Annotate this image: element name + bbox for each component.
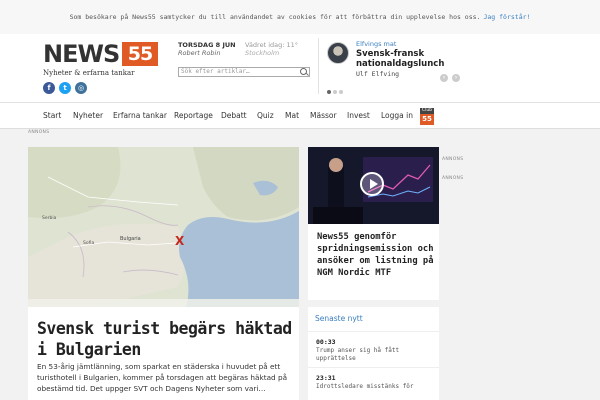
video-article[interactable]: News55 genomför spridningsemission och a… bbox=[308, 147, 439, 300]
header-date: TORSDAG 8 JUN bbox=[178, 41, 236, 49]
carousel-dots bbox=[327, 79, 345, 98]
cookie-accept-link[interactable]: Jag förstår! bbox=[483, 13, 530, 21]
latest-news: Senaste nytt 00:33 Trump anser sig hå få… bbox=[308, 307, 439, 400]
news-time: 23:31 bbox=[316, 374, 336, 382]
weather-text: Vädret idag: 11° bbox=[245, 41, 299, 49]
latest-news-title: Senaste nytt bbox=[315, 314, 363, 323]
article-title[interactable]: Svensk turist begärs häktad i Bulgarien bbox=[37, 318, 292, 360]
ad-label: ANNONS bbox=[28, 130, 50, 135]
ad-label: ANNONS bbox=[442, 157, 464, 162]
nav-item-massor[interactable]: Mässor bbox=[310, 103, 337, 130]
facebook-icon[interactable]: f bbox=[43, 82, 55, 94]
logo-text: NEWS bbox=[43, 40, 120, 68]
news-headline[interactable]: Trump anser sig hå fått upprättelse bbox=[316, 347, 431, 363]
search-icon[interactable] bbox=[300, 68, 307, 75]
chevron-right-icon[interactable]: › bbox=[452, 74, 460, 82]
map-label: Sofia bbox=[83, 240, 94, 246]
carousel-dot[interactable] bbox=[333, 90, 337, 94]
club-number: 55 bbox=[420, 114, 434, 125]
carousel-dot[interactable] bbox=[339, 90, 343, 94]
news-headline[interactable]: Idrottsledare misstänks för bbox=[316, 383, 431, 391]
article-lead: En 53-årig jämtlänning, som sparkat en s… bbox=[37, 362, 288, 393]
nav-item-mat[interactable]: Mat bbox=[285, 103, 299, 130]
site-header: NEWS 55 Nyheter & erfarna tankar f t ◎ T… bbox=[0, 34, 600, 102]
nav-item-nyheter[interactable]: Nyheter bbox=[73, 103, 103, 130]
site-tagline: Nyheter & erfarna tankar bbox=[43, 69, 135, 77]
nav-item-invest[interactable]: Invest bbox=[347, 103, 370, 130]
map-marker: X bbox=[175, 234, 185, 248]
search-input[interactable]: Sök efter artiklar… bbox=[178, 67, 310, 77]
nav-item-start[interactable]: Start bbox=[43, 103, 61, 130]
chevron-left-icon[interactable]: ‹ bbox=[440, 74, 448, 82]
logo-number: 55 bbox=[122, 42, 158, 66]
map-label: Bulgaria bbox=[120, 236, 141, 242]
cookie-banner: Som besökare på News55 samtycker du till… bbox=[0, 0, 600, 34]
weather-city: Stockholm bbox=[245, 49, 280, 57]
main-nav: Start Nyheter Erfarna tankar Reportage D… bbox=[0, 102, 600, 129]
nav-item-erfarna-tankar[interactable]: Erfarna tankar bbox=[113, 103, 167, 130]
twitter-icon[interactable]: t bbox=[59, 82, 71, 94]
header-author: Robert Robin bbox=[178, 49, 221, 57]
header-divider bbox=[318, 38, 319, 94]
list-item[interactable]: 23:31 Idrottsledare misstänks för bbox=[308, 367, 439, 400]
column-label[interactable]: Elfvings mat bbox=[356, 40, 396, 48]
play-icon[interactable] bbox=[360, 172, 384, 196]
instagram-icon[interactable]: ◎ bbox=[75, 82, 87, 94]
ad-label: ANNONS bbox=[442, 176, 464, 181]
list-item[interactable]: 00:33 Trump anser sig hå fått upprättels… bbox=[308, 331, 439, 367]
video-thumbnail[interactable] bbox=[308, 147, 439, 224]
article-map: Serbia Bulgaria Sofia X bbox=[28, 147, 299, 307]
columnist-avatar[interactable] bbox=[327, 42, 349, 64]
nav-item-reportage[interactable]: Reportage bbox=[174, 103, 213, 130]
column-author: Ulf Elfving bbox=[356, 70, 400, 78]
nav-item-debatt[interactable]: Debatt bbox=[221, 103, 247, 130]
nav-item-logga-in[interactable]: Logga in bbox=[381, 103, 413, 130]
column-title[interactable]: Svensk-fransk nationaldagslunch bbox=[356, 49, 461, 69]
latest-news-list: 00:33 Trump anser sig hå fått upprättels… bbox=[308, 331, 439, 400]
nav-item-quiz[interactable]: Quiz bbox=[257, 103, 274, 130]
cookie-text: Som besökare på News55 samtycker du till… bbox=[69, 13, 481, 21]
video-article-title[interactable]: News55 genomför spridningsemission och a… bbox=[317, 231, 437, 279]
club55-button[interactable]: Club 55 bbox=[420, 108, 434, 125]
carousel-dot[interactable] bbox=[327, 90, 331, 94]
main-article[interactable]: Serbia Bulgaria Sofia X Svensk turist be… bbox=[28, 147, 299, 400]
news-time: 00:33 bbox=[316, 338, 336, 346]
map-label: Serbia bbox=[42, 215, 57, 221]
